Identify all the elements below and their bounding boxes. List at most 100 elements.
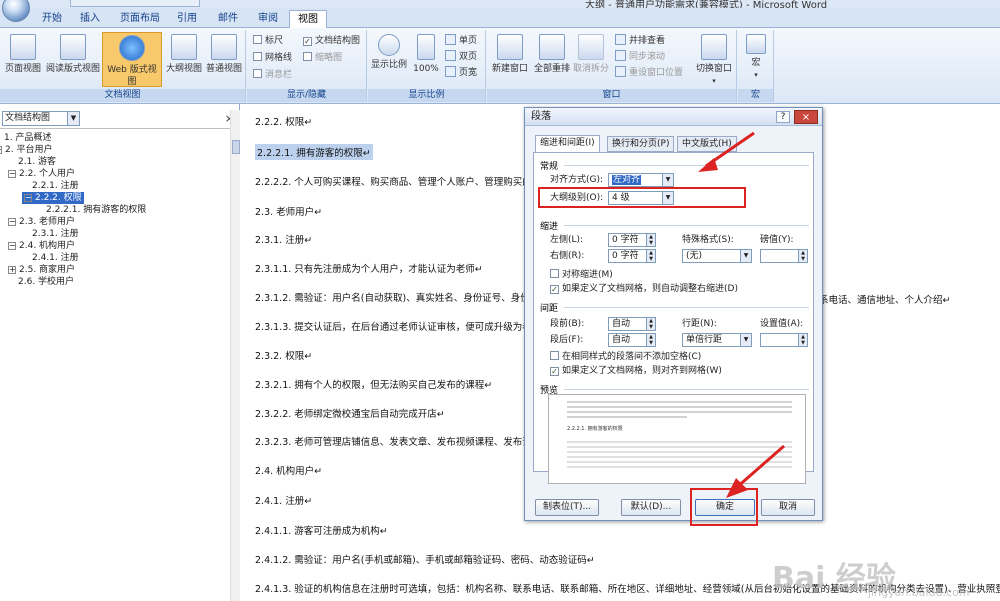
scrollbar-thumb[interactable] xyxy=(232,140,240,154)
thumbnails-checkbox[interactable]: 缩略图 xyxy=(303,51,342,65)
tab-view[interactable]: 视图 xyxy=(289,10,327,28)
nav-tree-item[interactable]: −2.4. 机构用户 xyxy=(8,240,75,252)
tab-review[interactable]: 审阅 xyxy=(252,10,284,28)
spacing-before-spinner[interactable]: 自动 ▲ ▼ xyxy=(608,317,656,331)
tab-line-and-page-breaks[interactable]: 换行和分页(P) xyxy=(607,136,675,152)
view-side-by-side-button[interactable]: 并排查看 xyxy=(615,34,665,48)
spinner-arrows-icon[interactable]: ▲ ▼ xyxy=(646,234,655,246)
zoom-100-button[interactable]: 100% xyxy=(410,32,442,75)
auto-adjust-indent-checkbox[interactable]: ✓ 如果定义了文档网格，则自动调整右缩进(D) xyxy=(550,283,738,295)
alignment-select[interactable]: 左对齐 ▼ xyxy=(608,173,674,187)
collapse-icon[interactable]: − xyxy=(8,170,16,178)
document-map-scrollbar[interactable] xyxy=(230,110,240,601)
tab-references[interactable]: 引用 xyxy=(172,10,202,28)
tab-indents-and-spacing[interactable]: 缩进和间距(I) xyxy=(535,135,600,152)
new-window-button[interactable]: 新建窗口 xyxy=(489,32,531,75)
page-width-button[interactable]: 页宽 xyxy=(445,66,477,80)
document-line: 2.3.2. 权限↵ xyxy=(255,351,313,362)
message-bar-checkbox[interactable]: 消息栏 xyxy=(253,68,292,82)
draft-view-button[interactable]: 普通视图 xyxy=(204,32,244,75)
alignment-value: 左对齐 xyxy=(612,175,642,185)
tab-home[interactable]: 开始 xyxy=(36,10,68,28)
line-spacing-select[interactable]: 单倍行距 ▼ xyxy=(682,333,752,347)
nav-tree-item[interactable]: 2.3.1. 注册 xyxy=(32,228,79,240)
nav-tree-item[interactable]: 2.1. 游客 xyxy=(18,156,56,168)
indent-left-spinner[interactable]: 0 字符 ▲ ▼ xyxy=(608,233,656,247)
nav-tree-item[interactable]: −2.3. 老师用户 xyxy=(8,216,75,228)
outline-view-button[interactable]: 大纲视图 xyxy=(164,32,204,75)
tab-mailings[interactable]: 邮件 xyxy=(212,10,244,28)
help-icon[interactable]: ? xyxy=(776,111,790,123)
spinner-arrows-icon[interactable]: ▲ ▼ xyxy=(798,334,807,346)
two-pages-button[interactable]: 双页 xyxy=(445,50,477,64)
tab-insert[interactable]: 插入 xyxy=(74,10,106,28)
nav-tree-item[interactable]: −2.2. 个人用户 xyxy=(8,168,75,180)
collapse-icon[interactable]: − xyxy=(8,242,16,250)
chevron-down-icon: ▾ xyxy=(754,71,758,79)
expand-icon[interactable]: + xyxy=(8,266,16,274)
remove-split-button[interactable]: 取消拆分 xyxy=(573,32,609,75)
ok-button[interactable]: 确定 xyxy=(695,499,755,516)
gridlines-checkbox[interactable]: 网格线 xyxy=(253,51,292,65)
set-as-default-button[interactable]: 默认(D)... xyxy=(621,499,681,516)
document-line: 2.4.1. 注册↵ xyxy=(255,496,313,507)
nav-tree-item[interactable]: 2.6. 学校用户 xyxy=(18,276,74,288)
group-label-zoom: 显示比例 xyxy=(368,89,485,102)
nav-tree-item[interactable]: +2.5. 商家用户 xyxy=(8,264,75,276)
document-map-selector[interactable]: 文档结构图 ▼ xyxy=(2,111,80,126)
zoom-button[interactable]: 显示比例 xyxy=(370,32,408,71)
collapse-icon[interactable]: − xyxy=(0,146,2,154)
tab-asian-typography[interactable]: 中文版式(H) xyxy=(677,136,737,152)
web-layout-button[interactable]: Web 版式视图 xyxy=(102,32,162,87)
reset-window-position-button[interactable]: 重设窗口位置 xyxy=(615,66,683,80)
ruler-checkbox[interactable]: 标尺 xyxy=(253,34,283,48)
arrange-all-button[interactable]: 全部重排 xyxy=(531,32,573,75)
page-width-icon xyxy=(445,66,456,77)
full-screen-reading-button[interactable]: 阅读版式视图 xyxy=(45,32,101,75)
tab-page-layout[interactable]: 页面布局 xyxy=(114,10,166,28)
spacing-after-spinner[interactable]: 自动 ▲ ▼ xyxy=(608,333,656,347)
indent-by-spinner[interactable]: ▲ ▼ xyxy=(760,249,808,263)
snap-to-grid-checkbox[interactable]: ✓ 如果定义了文档网格，则对齐到网格(W) xyxy=(550,365,722,377)
dialog-close-button[interactable]: × xyxy=(794,110,818,124)
spinner-arrows-icon[interactable]: ▲ ▼ xyxy=(798,250,807,262)
spinner-arrows-icon[interactable]: ▲ ▼ xyxy=(646,250,655,262)
switch-windows-button[interactable]: 切换窗口 ▾ xyxy=(693,32,735,87)
indent-right-spinner[interactable]: 0 字符 ▲ ▼ xyxy=(608,249,656,263)
special-indent-select[interactable]: (无) ▼ xyxy=(682,249,752,263)
selected-heading: 2.2.2.1. 拥有游客的权限↵ xyxy=(255,144,373,160)
nav-tree-item[interactable]: 2.2.2.1. 拥有游客的权限 xyxy=(46,204,146,216)
divider xyxy=(564,389,809,390)
nav-tree-item-label: 2.3.1. 注册 xyxy=(32,229,79,239)
one-page-button[interactable]: 单页 xyxy=(445,34,477,48)
nav-tree-item[interactable]: 1. 产品概述 xyxy=(4,132,51,144)
nav-tree-item[interactable]: −2. 平台用户 xyxy=(0,144,52,156)
spinner-arrows-icon[interactable]: ▲ ▼ xyxy=(646,334,655,346)
synchronous-scrolling-button[interactable]: 同步滚动 xyxy=(615,50,665,64)
outline-level-select[interactable]: 4 级 ▼ xyxy=(608,191,674,205)
nav-tree-item[interactable]: 2.2.1. 注册 xyxy=(32,180,79,192)
quick-access-toolbar[interactable] xyxy=(70,0,200,7)
document-map-header: 文档结构图 ▼ × xyxy=(0,109,240,129)
document-line: 2.3.1.3. 提交认证后，在后台通过老师认证审核，便可成升级为老师 xyxy=(255,322,542,333)
nav-tree-item-label: 2.2.2.1. 拥有游客的权限 xyxy=(46,205,147,215)
document-map-checkbox[interactable]: ✓ 文档结构图 xyxy=(303,34,360,48)
collapse-icon[interactable]: − xyxy=(8,218,16,226)
nav-tree-item[interactable]: −2.2.2. 权限 xyxy=(22,192,84,204)
preview-line xyxy=(567,441,792,443)
nav-tree-item[interactable]: 2.4.1. 注册 xyxy=(32,252,79,264)
cancel-button[interactable]: 取消 xyxy=(761,499,815,516)
no-space-same-style-checkbox[interactable]: 在相同样式的段落间不添加空格(C) xyxy=(550,351,701,363)
chevron-down-icon: ▾ xyxy=(712,77,716,85)
nav-tree-item-label: 2.1. 游客 xyxy=(18,157,57,167)
print-layout-button[interactable]: 页面视图 xyxy=(3,32,43,75)
chevron-down-icon: ▼ xyxy=(740,334,751,346)
mirror-indents-checkbox[interactable]: 对称缩进(M) xyxy=(550,269,613,281)
preview-line xyxy=(567,461,792,463)
collapse-icon[interactable]: − xyxy=(24,194,32,202)
special-indent-value: (无) xyxy=(686,251,703,261)
macros-button[interactable]: 宏 ▾ xyxy=(740,32,772,81)
tabs-button[interactable]: 制表位(T)... xyxy=(535,499,599,516)
spacing-at-spinner[interactable]: ▲ ▼ xyxy=(760,333,808,347)
spinner-arrows-icon[interactable]: ▲ ▼ xyxy=(646,318,655,330)
